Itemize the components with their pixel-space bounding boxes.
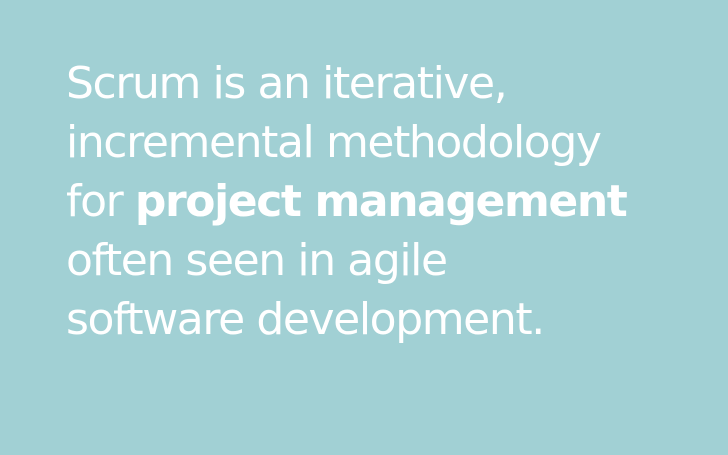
quote-line-3: for project management xyxy=(66,172,706,231)
emphasized-phrase: project management xyxy=(134,176,628,227)
quote-line-5: software development. xyxy=(66,294,545,345)
quote-text: Scrum is an iterative, incremental metho… xyxy=(66,54,706,349)
quote-line-4: often seen in agile xyxy=(66,235,448,286)
quote-line-3-prefix: for xyxy=(66,176,124,227)
quote-card: Scrum is an iterative, incremental metho… xyxy=(0,0,728,455)
quote-line-1: Scrum is an iterative, xyxy=(66,58,508,109)
quote-line-2: incremental methodology xyxy=(66,117,602,168)
